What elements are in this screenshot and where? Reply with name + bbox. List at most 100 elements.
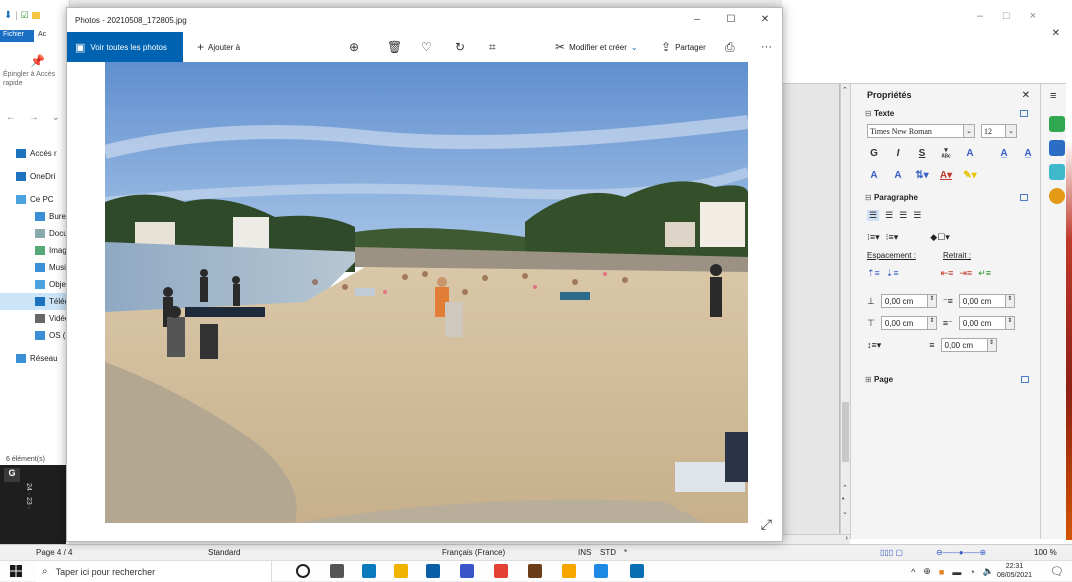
page-style[interactable]: Standard [208, 548, 240, 557]
notification-icon[interactable]: 🗨 [1050, 565, 1064, 578]
after-indent-field[interactable]: 0,00 cm ⇕ [958, 316, 1015, 330]
pin-quick-access-label[interactable]: Épingler à Accès rapide [3, 70, 67, 88]
more-options-button[interactable]: ··· [761, 32, 772, 62]
delete-button[interactable]: 🗑 [387, 32, 402, 62]
scroll-double-up-icon[interactable]: ⌃ [842, 484, 848, 492]
font-name-combo[interactable]: Times New Roman ⌄ [867, 124, 975, 138]
expand-icon[interactable]: ⤢ [761, 516, 772, 533]
highlight-icon[interactable]: ✎▾ [963, 170, 977, 181]
section-collapse-icon[interactable] [1021, 375, 1029, 383]
task-view-icon[interactable] [296, 564, 310, 578]
page-section-header[interactable]: ⊞ Page [851, 372, 1041, 386]
view-layout-icons[interactable]: ▯▯▯ ▢ [880, 548, 903, 557]
underline-button[interactable]: S [915, 148, 929, 159]
stepper-icon[interactable]: ⇕ [926, 295, 936, 307]
print-button[interactable]: ⎙ [725, 32, 735, 62]
chevron-down-icon[interactable]: ⌄ [1005, 125, 1016, 137]
firefox-icon[interactable] [562, 564, 576, 578]
pin-icon[interactable]: 📌 [30, 54, 45, 68]
ribbon-tab-home[interactable]: Ac [36, 30, 48, 39]
below-spacing-field[interactable]: 0,00 cm ⇕ [880, 316, 937, 330]
horizontal-scrollbar[interactable]: › [782, 534, 850, 544]
bullet-list-icon[interactable]: ⁝≡▾ [867, 232, 880, 243]
chrome-icon[interactable] [494, 564, 508, 578]
zoom-level[interactable]: 100 % [1034, 548, 1057, 557]
app-icon[interactable] [460, 564, 474, 578]
scroll-page-icon[interactable]: • [842, 496, 844, 503]
sidebar-menu-icon[interactable]: ≡ [1050, 90, 1056, 102]
align-center-icon[interactable]: ☰ [885, 210, 893, 221]
decrease-indent-icon[interactable]: ⇥≡ [959, 268, 972, 279]
nav-item[interactable]: Docu [0, 225, 70, 242]
nav-arrows[interactable]: ← → ⌄ [6, 112, 65, 123]
share-button[interactable]: ⇪ Partager [661, 32, 706, 62]
system-clock[interactable]: 22:31 08/05/2021 [997, 562, 1032, 580]
store-icon[interactable] [528, 564, 542, 578]
first-line-indent-field[interactable]: 0,00 cm ⇕ [940, 338, 997, 352]
numbered-list-icon[interactable]: ⁝≡▾ [886, 232, 899, 243]
document-canvas[interactable] [782, 84, 840, 534]
selection-mode[interactable]: STD [600, 548, 616, 557]
network-status-icon[interactable]: ⊕ [923, 566, 931, 577]
minimize-button[interactable]: – [680, 8, 714, 32]
superscript-icon[interactable]: A̲ [997, 148, 1011, 159]
file-explorer-icon[interactable] [394, 564, 408, 578]
checkbox-icon[interactable]: ☑ [21, 10, 29, 21]
align-justify-icon[interactable]: ☰ [913, 210, 921, 221]
taskbar-search-box[interactable]: ⌕ Taper ici pour rechercher [36, 561, 272, 582]
navigator-deck-icon[interactable] [1049, 188, 1065, 204]
text-shadow-icon[interactable]: A [963, 148, 977, 159]
windows-start-icon[interactable] [10, 565, 22, 577]
nav-item[interactable]: OneDri [0, 168, 70, 185]
edge-icon[interactable] [362, 564, 376, 578]
strikethrough-button[interactable]: ▾ ᴬᴮᶜ [939, 146, 953, 161]
nav-item[interactable]: Ce PC [0, 191, 70, 208]
maximize-button[interactable]: ☐ [714, 8, 748, 32]
before-indent-field[interactable]: 0,00 cm ⇕ [958, 294, 1015, 308]
favorite-button[interactable]: ♡ [421, 32, 432, 62]
nav-item[interactable]: Music [0, 259, 70, 276]
down-arrow-icon[interactable]: ⬇ [4, 10, 12, 21]
writer-window-controls[interactable]: –□× [977, 10, 1056, 22]
nav-item[interactable]: Téléc [0, 293, 70, 310]
chevron-up-icon[interactable]: ^ [911, 567, 915, 577]
stepper-icon[interactable]: ⇕ [1004, 317, 1014, 329]
stepper-icon[interactable]: ⇕ [986, 339, 996, 351]
bold-button[interactable]: G [867, 148, 881, 159]
insert-mode[interactable]: INS [578, 548, 591, 557]
see-all-photos-button[interactable]: ▣ Voir toutes les photos [67, 32, 183, 62]
zoom-slider[interactable]: ⊖——●——⊕ [936, 548, 986, 557]
nav-item[interactable]: Vidéo [0, 310, 70, 327]
italic-button[interactable]: I [891, 148, 905, 159]
timeline-icon[interactable] [330, 564, 344, 578]
volume-icon[interactable]: 🔈 [983, 566, 994, 577]
rotate-button[interactable]: ↻ [455, 32, 465, 62]
scroll-up-icon[interactable]: ⌃ [842, 86, 848, 94]
gallery-deck-icon[interactable] [1049, 164, 1065, 180]
security-icon[interactable]: ■ [939, 567, 944, 577]
mail-icon[interactable] [426, 564, 440, 578]
stepper-icon[interactable]: ⇕ [1004, 295, 1014, 307]
above-spacing-field[interactable]: 0,00 cm ⇕ [880, 294, 937, 308]
styles-deck-icon[interactable] [1049, 140, 1065, 156]
text-section-header[interactable]: ⊟ Texte [851, 106, 1040, 120]
edit-create-button[interactable]: ✂ Modifier et créer ⌄ [555, 32, 638, 62]
add-to-button[interactable]: + Ajouter à [197, 32, 240, 62]
scroll-double-down-icon[interactable]: ⌄ [842, 508, 848, 516]
properties-deck-icon[interactable] [1049, 116, 1065, 132]
stepper-icon[interactable]: ⇕ [926, 317, 936, 329]
chevron-down-icon[interactable]: ⌄ [963, 125, 974, 137]
font-size-combo[interactable]: 12 ⌄ [981, 124, 1017, 138]
nav-item[interactable]: Burea [0, 208, 70, 225]
font-color-icon[interactable]: A▾ [939, 170, 953, 181]
subscript-icon[interactable]: A̲ [1021, 148, 1035, 159]
align-left-icon[interactable]: ☰ [867, 209, 880, 221]
close-sidebar-icon[interactable]: ✕ [1022, 90, 1030, 101]
beach-photo[interactable] [105, 62, 748, 523]
scrollbar-thumb[interactable] [842, 402, 849, 462]
nav-item[interactable]: OS (C [0, 327, 70, 344]
language-indicator[interactable]: Français (France) [442, 548, 505, 557]
battery-icon[interactable]: ▬ [952, 567, 961, 577]
increase-indent-icon[interactable]: ⇤≡ [941, 268, 954, 279]
section-collapse-icon[interactable] [1020, 109, 1028, 117]
